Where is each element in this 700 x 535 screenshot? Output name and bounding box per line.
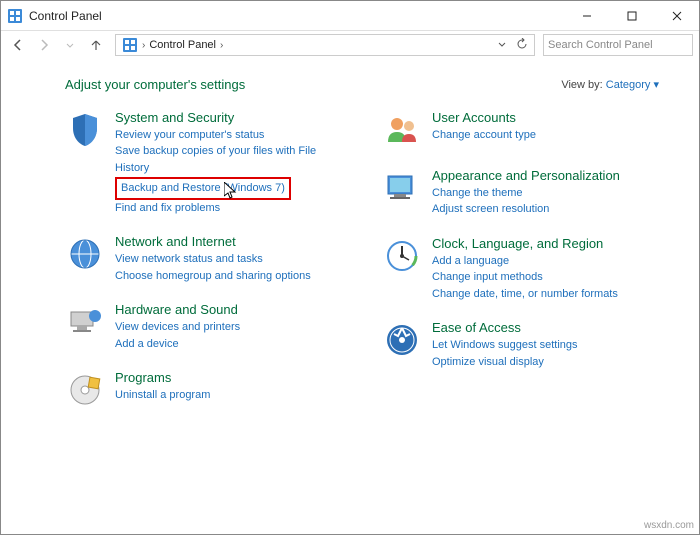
nav-bar: › Control Panel › Search Control Panel — [1, 31, 699, 59]
forward-button[interactable] — [33, 34, 55, 56]
category-hardware-and-sound: Hardware and SoundView devices and print… — [65, 302, 342, 352]
category-link[interactable]: Review your computer's status — [115, 127, 342, 144]
up-button[interactable] — [85, 34, 107, 56]
category-title[interactable]: System and Security — [115, 110, 342, 127]
category-link[interactable]: Add a device — [115, 336, 342, 353]
category-title[interactable]: Ease of Access — [432, 320, 659, 337]
category-link[interactable]: Let Windows suggest settings — [432, 337, 659, 354]
category-link[interactable]: Find and fix problems — [115, 200, 342, 217]
category-link[interactable]: Adjust screen resolution — [432, 201, 659, 218]
category-link[interactable]: Backup and Restore (Windows 7) — [121, 180, 285, 197]
search-input[interactable]: Search Control Panel — [543, 34, 693, 56]
category-title[interactable]: Network and Internet — [115, 234, 342, 251]
appearance-and-personalization-icon[interactable] — [382, 168, 422, 208]
network-and-internet-icon[interactable] — [65, 234, 105, 274]
category-appearance-and-personalization: Appearance and PersonalizationChange the… — [382, 168, 659, 218]
category-user-accounts: User AccountsChange account type — [382, 110, 659, 150]
category-link[interactable]: Optimize visual display — [432, 354, 659, 371]
chevron-down-icon: ▾ — [653, 79, 659, 91]
breadcrumb-control-panel[interactable]: Control Panel — [145, 39, 220, 51]
category-ease-of-access: Ease of AccessLet Windows suggest settin… — [382, 320, 659, 370]
category-link[interactable]: Change date, time, or number formats — [432, 286, 659, 303]
highlight-box: Backup and Restore (Windows 7) — [115, 177, 291, 200]
category-system-and-security: System and SecurityReview your computer'… — [65, 110, 342, 216]
page-title: Adjust your computer's settings — [65, 77, 245, 92]
window-title: Control Panel — [29, 9, 564, 23]
user-accounts-icon[interactable] — [382, 110, 422, 150]
close-button[interactable] — [654, 1, 699, 31]
system-and-security-icon[interactable] — [65, 110, 105, 150]
category-link[interactable]: Uninstall a program — [115, 387, 342, 404]
category-link[interactable]: Change the theme — [432, 185, 659, 202]
category-link[interactable]: Change input methods — [432, 269, 659, 286]
ease-of-access-icon[interactable] — [382, 320, 422, 360]
back-button[interactable] — [7, 34, 29, 56]
watermark: wsxdn.com — [644, 520, 694, 531]
category-title[interactable]: Programs — [115, 370, 342, 387]
hardware-and-sound-icon[interactable] — [65, 302, 105, 342]
address-dropdown[interactable] — [492, 38, 512, 52]
category-title[interactable]: Clock, Language, and Region — [432, 236, 659, 253]
chevron-right-icon[interactable]: › — [220, 40, 223, 51]
category-link[interactable]: View network status and tasks — [115, 251, 342, 268]
category-network-and-internet: Network and InternetView network status … — [65, 234, 342, 284]
view-by-selector[interactable]: View by: Category ▾ — [561, 78, 659, 91]
control-panel-icon — [122, 37, 138, 53]
category-link[interactable]: Add a language — [432, 253, 659, 270]
titlebar: Control Panel — [1, 1, 699, 31]
category-title[interactable]: User Accounts — [432, 110, 659, 127]
category-link[interactable]: Choose homegroup and sharing options — [115, 268, 342, 285]
content-area: Adjust your computer's settings View by:… — [1, 59, 699, 428]
minimize-button[interactable] — [564, 1, 609, 31]
programs-icon[interactable] — [65, 370, 105, 410]
category-title[interactable]: Hardware and Sound — [115, 302, 342, 319]
clock-language-and-region-icon[interactable] — [382, 236, 422, 276]
control-panel-icon — [7, 8, 23, 24]
address-bar[interactable]: › Control Panel › — [115, 34, 535, 56]
category-link[interactable]: Save backup copies of your files with Fi… — [115, 143, 342, 176]
maximize-button[interactable] — [609, 1, 654, 31]
category-link[interactable]: Change account type — [432, 127, 659, 144]
category-title[interactable]: Appearance and Personalization — [432, 168, 659, 185]
category-link[interactable]: View devices and printers — [115, 319, 342, 336]
refresh-button[interactable] — [512, 38, 532, 53]
category-programs: ProgramsUninstall a program — [65, 370, 342, 410]
category-clock-language-and-region: Clock, Language, and RegionAdd a languag… — [382, 236, 659, 302]
recent-dropdown[interactable] — [59, 34, 81, 56]
